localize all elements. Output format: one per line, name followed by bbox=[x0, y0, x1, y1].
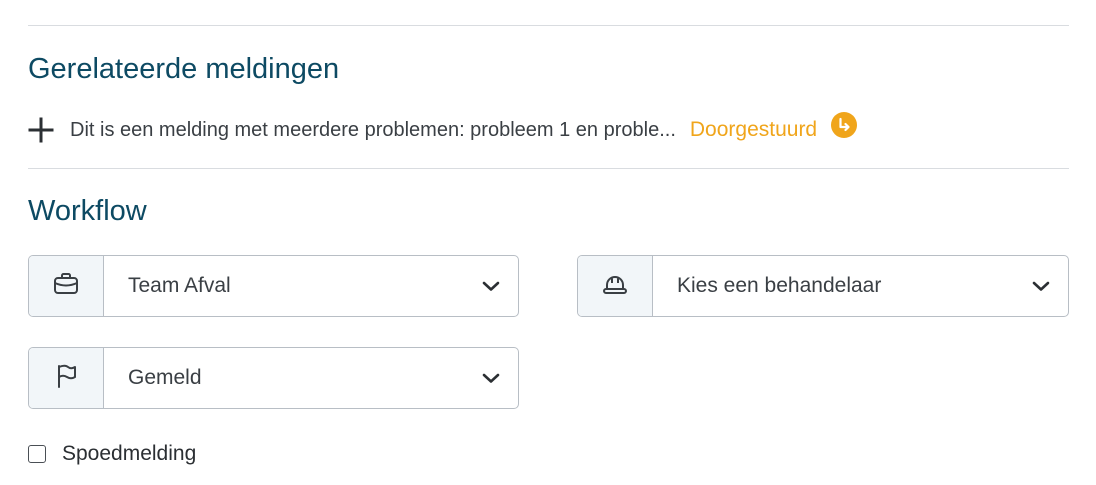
handler-select-icon-box bbox=[578, 256, 653, 316]
status-select-value: Gemeld bbox=[128, 366, 202, 389]
briefcase-icon bbox=[52, 271, 80, 302]
chevron-down-icon[interactable] bbox=[464, 348, 518, 408]
team-select-value: Team Afval bbox=[128, 274, 231, 297]
chevron-down-icon[interactable] bbox=[1014, 256, 1068, 316]
plus-icon[interactable] bbox=[28, 116, 56, 144]
related-section-title: Gerelateerde meldingen bbox=[28, 53, 340, 85]
urgent-checkbox-row[interactable]: Spoedmelding bbox=[28, 442, 196, 466]
top-divider bbox=[28, 25, 1069, 26]
urgent-checkbox-label[interactable]: Spoedmelding bbox=[62, 442, 196, 466]
hard-hat-icon bbox=[601, 271, 629, 302]
handler-select[interactable]: Kies een behandelaar bbox=[577, 255, 1069, 317]
team-select[interactable]: Team Afval bbox=[28, 255, 519, 317]
forward-arrow-icon bbox=[831, 112, 858, 138]
workflow-section-title: Workflow bbox=[28, 195, 147, 227]
chevron-down-icon[interactable] bbox=[464, 256, 518, 316]
urgent-checkbox[interactable] bbox=[28, 445, 46, 463]
related-item-status: Doorgestuurd bbox=[689, 118, 818, 141]
middle-divider bbox=[28, 168, 1069, 169]
related-item-text[interactable]: Dit is een melding met meerdere probleme… bbox=[70, 119, 676, 142]
handler-select-value: Kies een behandelaar bbox=[677, 274, 882, 297]
flag-icon bbox=[53, 363, 79, 394]
related-item[interactable]: Dit is een melding met meerdere probleme… bbox=[28, 112, 1069, 146]
status-select-icon-box bbox=[29, 348, 104, 408]
status-select[interactable]: Gemeld bbox=[28, 347, 519, 409]
team-select-icon-box bbox=[29, 256, 104, 316]
